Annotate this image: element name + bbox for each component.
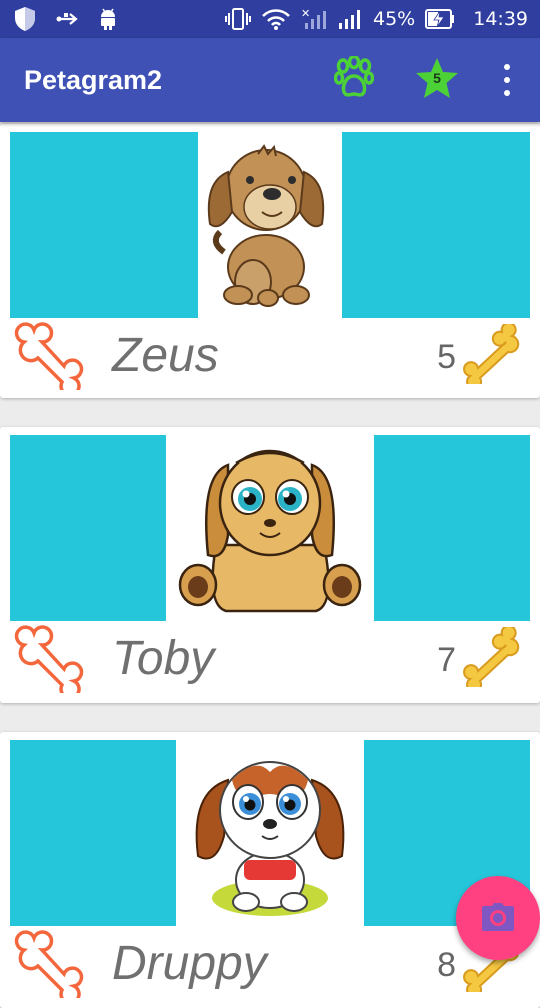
paw-icon (333, 54, 375, 97)
favorites-count: 5 (433, 70, 441, 86)
camera-icon (482, 903, 514, 931)
bone-outline-icon[interactable] (8, 623, 86, 693)
pet-card[interactable]: Druppy 8 (0, 732, 540, 1008)
vibrate-icon (225, 8, 251, 30)
pet-photo (10, 435, 530, 621)
pet-name: Druppy (112, 937, 267, 990)
dog-image (166, 435, 374, 621)
bone-outline-icon[interactable] (8, 320, 86, 390)
pet-photo (10, 740, 530, 926)
bone-gold-icon (463, 324, 520, 384)
app-bar: Petagram2 5 (0, 38, 540, 122)
more-options-button[interactable] (496, 64, 518, 96)
pet-photo (10, 132, 530, 318)
android-icon (101, 8, 115, 30)
bone-gold-icon (463, 627, 520, 687)
like-count: 5 (437, 338, 456, 376)
signal-x-icon: ✕ (301, 7, 326, 29)
wifi-icon (262, 9, 290, 30)
like-count: 7 (437, 641, 456, 679)
pet-card[interactable]: Zeus 5 (0, 124, 540, 398)
paw-button[interactable] (333, 54, 375, 102)
svg-text:✕: ✕ (301, 7, 310, 20)
bone-outline-icon[interactable] (8, 928, 86, 998)
dog-image (176, 740, 364, 926)
signal-icon (339, 10, 360, 29)
pet-name: Toby (112, 632, 215, 685)
camera-fab[interactable] (456, 876, 540, 960)
battery-charging-icon (425, 9, 455, 29)
dog-image (198, 132, 342, 318)
like-count: 8 (437, 946, 456, 984)
pet-card[interactable]: Toby 7 (0, 427, 540, 703)
more-vert-icon-dot (504, 64, 510, 70)
pet-name: Zeus (112, 329, 219, 382)
battery-percent: 45% (373, 8, 416, 30)
usb-icon (56, 13, 78, 25)
favorites-star-button[interactable]: 5 (414, 56, 460, 102)
status-bar: ✕ 45% 14:39 (0, 0, 540, 38)
clock: 14:39 (473, 8, 528, 30)
app-title: Petagram2 (24, 65, 163, 95)
shield-icon (15, 7, 35, 31)
